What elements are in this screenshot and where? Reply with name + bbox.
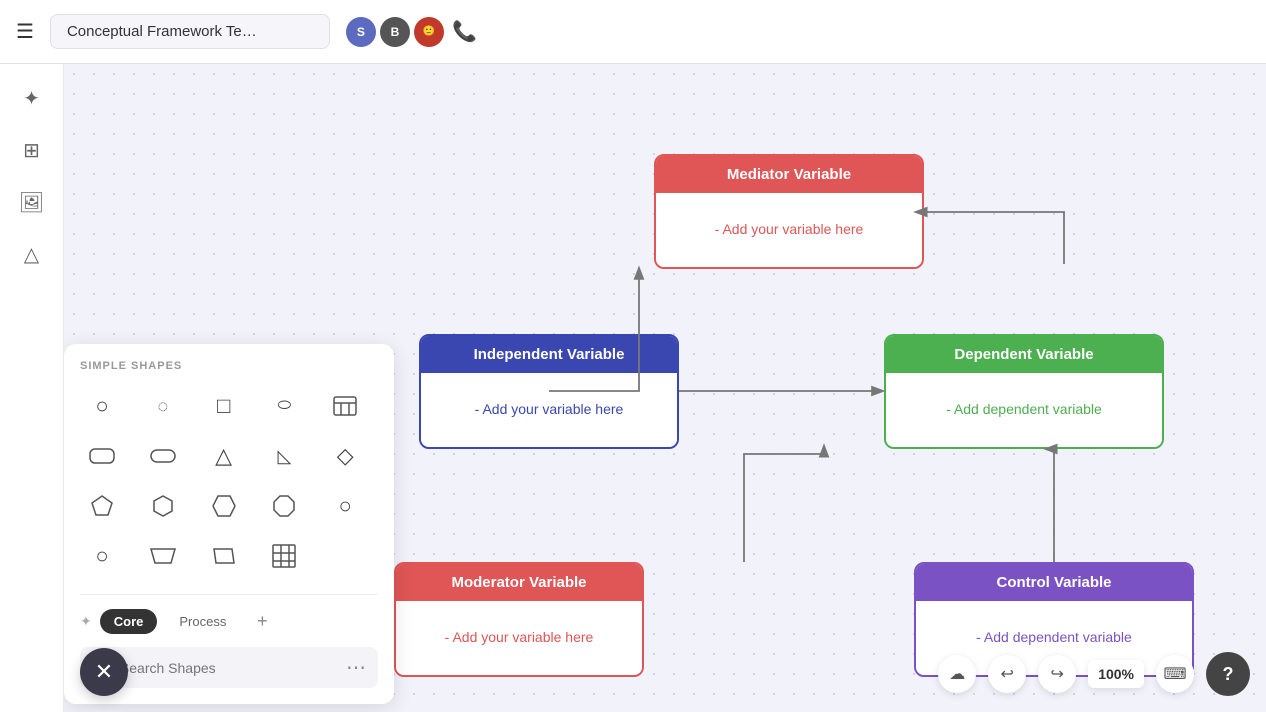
dependent-body: - Add dependent variable [886, 373, 1162, 447]
main-layout: ✦ ⊞ 🖼 △ SIMPLE SHAPES ○ ◌ □ ⬭ △ ◺ [0, 64, 1266, 712]
search-input[interactable] [120, 660, 338, 676]
mediator-body: - Add your variable here [656, 193, 922, 267]
help-button[interactable]: ? [1206, 652, 1250, 696]
tab-add-button[interactable]: + [248, 607, 276, 635]
cloud-button[interactable]: ☁ [938, 655, 976, 693]
keyboard-button[interactable]: ⌨ [1156, 655, 1194, 693]
document-title[interactable]: Conceptual Framework Te… [50, 14, 330, 49]
fab-close-button[interactable]: ✕ [80, 648, 128, 696]
shape-circle[interactable]: ○ [80, 384, 124, 428]
keyboard-icon: ⌨ [1163, 664, 1186, 684]
tab-process[interactable]: Process [165, 609, 240, 634]
moderator-header: Moderator Variable [396, 564, 642, 601]
shape-right-triangle[interactable]: ◺ [262, 434, 306, 478]
topbar: ☰ Conceptual Framework Te… S B 🙂 📞 [0, 0, 1266, 64]
close-icon: ✕ [95, 659, 113, 685]
shape-pill[interactable] [141, 434, 185, 478]
shape-octagon[interactable] [262, 484, 306, 528]
phone-icon[interactable]: 📞 [452, 19, 477, 44]
undo-icon: ↩ [1000, 664, 1013, 684]
collaborators: S B 🙂 📞 [346, 17, 477, 47]
shapes-grid: ○ ◌ □ ⬭ △ ◺ ◇ ○ ○ [80, 384, 378, 578]
avatar-s[interactable]: S [346, 17, 376, 47]
shape-circle2[interactable]: ○ [323, 484, 367, 528]
shape-grid[interactable] [262, 534, 306, 578]
independent-variable-node[interactable]: Independent Variable - Add your variable… [419, 334, 679, 449]
shape-pentagon[interactable] [80, 484, 124, 528]
canvas[interactable]: SIMPLE SHAPES ○ ◌ □ ⬭ △ ◺ ◇ [64, 64, 1266, 712]
shape-empty [323, 534, 367, 578]
redo-icon: ↪ [1050, 664, 1063, 684]
avatar-c[interactable]: 🙂 [414, 17, 444, 47]
help-icon: ? [1223, 664, 1234, 685]
moderator-body: - Add your variable here [396, 601, 642, 675]
dependent-variable-node[interactable]: Dependent Variable - Add dependent varia… [884, 334, 1164, 449]
redo-button[interactable]: ↪ [1038, 655, 1076, 693]
tab-core[interactable]: Core [100, 609, 158, 634]
bottom-toolbar: ☁ ↩ ↪ 100% ⌨ ? [938, 652, 1250, 696]
menu-button[interactable]: ☰ [16, 19, 34, 44]
avatar-b[interactable]: B [380, 17, 410, 47]
shape-triangle[interactable]: △ [202, 434, 246, 478]
moderator-variable-node[interactable]: Moderator Variable - Add your variable h… [394, 562, 644, 677]
shape-trapezoid[interactable] [141, 534, 185, 578]
mediator-header: Mediator Variable [656, 156, 922, 193]
shape-hexagon1[interactable] [141, 484, 185, 528]
independent-header: Independent Variable [421, 336, 677, 373]
zoom-level: 100% [1088, 660, 1144, 688]
left-sidebar: ✦ ⊞ 🖼 △ [0, 64, 64, 712]
shape-ellipse[interactable]: ⬭ [262, 384, 306, 428]
shape-table[interactable] [323, 384, 367, 428]
shape-diamond[interactable]: ◇ [323, 434, 367, 478]
independent-body: - Add your variable here [421, 373, 677, 447]
shape-hexagon2[interactable] [202, 484, 246, 528]
frame-tool-button[interactable]: ⊞ [10, 128, 54, 172]
dependent-header: Dependent Variable [886, 336, 1162, 373]
mediator-variable-node[interactable]: Mediator Variable - Add your variable he… [654, 154, 924, 269]
shapes-tool-button[interactable]: ✦ [10, 76, 54, 120]
image-tool-button[interactable]: 🖼 [10, 180, 54, 224]
simple-shapes-title: SIMPLE SHAPES [80, 360, 378, 372]
draw-tool-button[interactable]: △ [10, 232, 54, 276]
cloud-icon: ☁ [949, 664, 965, 684]
shape-circle3[interactable]: ○ [80, 534, 124, 578]
shape-square[interactable]: □ [202, 384, 246, 428]
undo-button[interactable]: ↩ [988, 655, 1026, 693]
shape-tabs: ✦ Core Process + [80, 594, 378, 635]
control-header: Control Variable [916, 564, 1192, 601]
tab-icon: ✦ [80, 613, 92, 630]
shape-parallelogram[interactable] [202, 534, 246, 578]
shape-arc[interactable]: ◌ [141, 384, 185, 428]
shape-rounded-rect[interactable] [80, 434, 124, 478]
search-more-icon[interactable]: ⋯ [346, 655, 366, 680]
